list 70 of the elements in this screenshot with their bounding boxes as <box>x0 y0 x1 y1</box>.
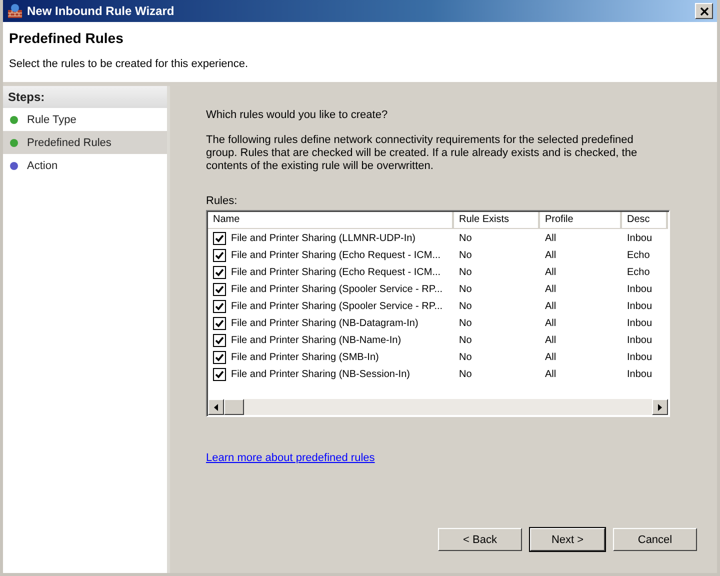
table-cell: No <box>459 335 472 346</box>
table-cell: No <box>459 250 472 261</box>
table-cell: No <box>459 369 472 380</box>
help-link[interactable]: Learn more about predefined rules <box>206 452 375 464</box>
table-cell: File and Printer Sharing (Echo Request - ICM... <box>231 267 441 278</box>
table-cell: No <box>459 233 472 244</box>
checkbox[interactable] <box>213 300 226 313</box>
table-cell: File and Printer Sharing (Spooler Service - RP... <box>231 301 443 312</box>
wizard-button[interactable]: < Back <box>438 528 522 551</box>
close-button[interactable] <box>695 3 713 19</box>
table-cell: All <box>545 335 556 346</box>
checkbox[interactable] <box>213 283 226 296</box>
table-cell: File and Printer Sharing (Echo Request - ICM... <box>231 250 441 261</box>
checkbox[interactable] <box>213 317 226 330</box>
table-cell: File and Printer Sharing (SMB-In) <box>231 352 379 363</box>
table-cell: All <box>545 233 556 244</box>
table-cell: All <box>545 267 556 278</box>
table-cell: Inbou <box>627 369 652 380</box>
checkbox[interactable] <box>213 249 226 262</box>
table-cell: File and Printer Sharing (LLMNR-UDP-In) <box>231 233 416 244</box>
close-icon <box>700 6 708 16</box>
table-cell: File and Printer Sharing (NB-Datagram-In) <box>231 318 418 329</box>
page-subtitle: Select the rules to be created for this experience. <box>9 58 250 70</box>
description-text: The following rules define network connectivity requirements for the selected predefined group. Rules that are checked will be created. If a rule already exists and is checked, the contents of the existing rule will be overwritten. <box>206 134 638 173</box>
table-cell: Echo <box>627 250 650 261</box>
table-cell: Inbou <box>627 335 652 346</box>
step-item[interactable]: Predefined Rules <box>3 131 167 154</box>
step-item[interactable]: Action <box>3 154 167 177</box>
column-header[interactable]: Rule Exists <box>454 212 540 229</box>
left-arrow-icon <box>214 404 218 410</box>
table-cell: File and Printer Sharing (NB-Session-In) <box>231 369 410 380</box>
checkbox[interactable] <box>213 368 226 381</box>
table-cell: No <box>459 318 472 329</box>
table-cell: Echo <box>627 267 650 278</box>
page-heading: Predefined Rules <box>9 30 124 46</box>
table-cell: All <box>545 352 556 363</box>
table-cell: No <box>459 301 472 312</box>
horizontal-scrollbar[interactable] <box>208 399 668 415</box>
wizard-button[interactable]: Next > <box>530 528 605 551</box>
table-cell: No <box>459 267 472 278</box>
table-cell: All <box>545 369 556 380</box>
table-cell: File and Printer Sharing (Spooler Service - RP... <box>231 284 443 295</box>
column-header[interactable]: Name <box>208 212 454 229</box>
table-cell: All <box>545 250 556 261</box>
window-title: New Inbound Rule Wizard <box>27 4 176 18</box>
column-header[interactable]: Desc <box>622 212 668 229</box>
table-cell: All <box>545 301 556 312</box>
right-arrow-icon <box>658 404 662 410</box>
table-cell: File and Printer Sharing (NB-Name-In) <box>231 335 402 346</box>
wizard-button[interactable]: Cancel <box>613 528 697 551</box>
checkbox[interactable] <box>213 266 226 279</box>
checkbox[interactable] <box>213 334 226 347</box>
table-cell: No <box>459 284 472 295</box>
table-cell: Inbou <box>627 284 652 295</box>
table-cell: All <box>545 284 556 295</box>
firewall-icon <box>7 3 23 19</box>
table-cell: Inbou <box>627 352 652 363</box>
table-cell: Inbou <box>627 301 652 312</box>
checkbox[interactable] <box>213 232 226 245</box>
steps-heading: Steps: <box>3 86 167 108</box>
table-cell: No <box>459 352 472 363</box>
question-text: Which rules would you like to create? <box>206 109 389 121</box>
rules-label: Rules: <box>206 195 238 207</box>
step-item[interactable]: Rule Type <box>3 108 167 131</box>
table-cell: All <box>545 318 556 329</box>
checkbox[interactable] <box>213 351 226 364</box>
scroll-thumb[interactable] <box>224 399 244 415</box>
table-cell: Inbou <box>627 233 652 244</box>
column-header[interactable]: Profile <box>540 212 622 229</box>
table-cell: Inbou <box>627 318 652 329</box>
